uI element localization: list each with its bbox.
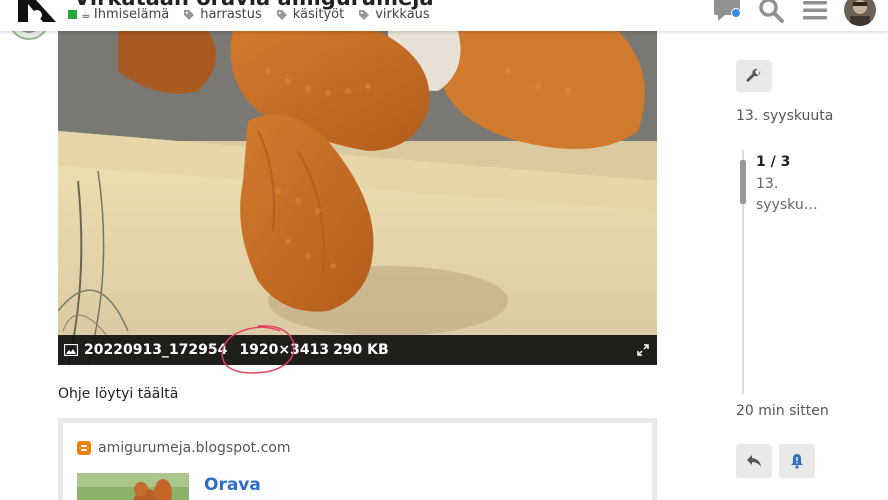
hamburger-menu-icon [803, 1, 827, 20]
site-header: Virkataan oravia amigurumeja ☕ Ihmiseläm… [0, 0, 888, 31]
notification-dot [731, 8, 741, 18]
user-avatar[interactable] [844, 0, 876, 26]
tag-label: virkkaus [375, 7, 430, 22]
menu-button[interactable] [800, 0, 830, 25]
image-icon [64, 344, 78, 356]
link-preview-title[interactable]: Orava [204, 475, 261, 495]
expand-icon[interactable] [637, 344, 649, 356]
timeline-start-date[interactable]: 13. syyskuuta [736, 108, 833, 124]
wrench-icon [746, 68, 761, 82]
header-icons [712, 0, 876, 26]
blogger-icon [77, 441, 91, 455]
post-body-text: Ohje löytyi täältä [58, 386, 179, 402]
image-dimensions: 1920×3413 [239, 342, 330, 358]
link-preview[interactable]: amigurumeja.blogspot.com Orava [58, 418, 657, 500]
tag-virkkaus[interactable]: virkkaus [358, 7, 430, 22]
topic-tags: ☕ Ihmiselämä harrastus käsityöt virkkaus [68, 7, 430, 22]
tag-icon [276, 9, 287, 20]
tag-icon [359, 9, 370, 20]
timeline-position-date: 13. syysku… [756, 176, 818, 213]
category-link[interactable]: Ihmiselämä [94, 7, 169, 22]
tag-label: käsityöt [292, 7, 345, 22]
timeline-position: 1 / 3 [756, 154, 791, 170]
category-color-square [68, 10, 77, 19]
link-preview-domain: amigurumeja.blogspot.com [98, 440, 291, 456]
link-preview-thumbnail[interactable] [77, 473, 189, 500]
site-logo[interactable] [14, 0, 60, 24]
timeline-end-date[interactable]: 20 min sitten [736, 403, 829, 419]
link-preview-source[interactable]: amigurumeja.blogspot.com [77, 440, 290, 456]
reply-button[interactable] [736, 444, 772, 478]
reply-icon [747, 455, 761, 467]
search-button[interactable] [756, 0, 786, 25]
chat-button[interactable] [712, 0, 742, 25]
tag-icon [184, 9, 195, 20]
post-image[interactable]: 20220913_172954 1920×3413 290 KB [58, 31, 657, 365]
tag-kasityot[interactable]: käsityöt [276, 7, 345, 22]
image-info-bar: 20220913_172954 1920×3413 290 KB [58, 335, 657, 365]
timeline-handle[interactable] [740, 160, 746, 204]
tag-harrastus[interactable]: harrastus [183, 7, 262, 22]
image-filesize: 290 KB [333, 342, 389, 358]
image-filename: 20220913_172954 [84, 342, 228, 358]
admin-wrench-button[interactable] [736, 60, 772, 92]
bell-icon [791, 454, 803, 469]
tag-label: harrastus [200, 7, 262, 22]
crochet-squirrel-photo [58, 31, 657, 365]
coffee-icon: ☕ [81, 8, 91, 21]
notification-button[interactable] [779, 444, 815, 478]
search-icon [759, 0, 784, 23]
